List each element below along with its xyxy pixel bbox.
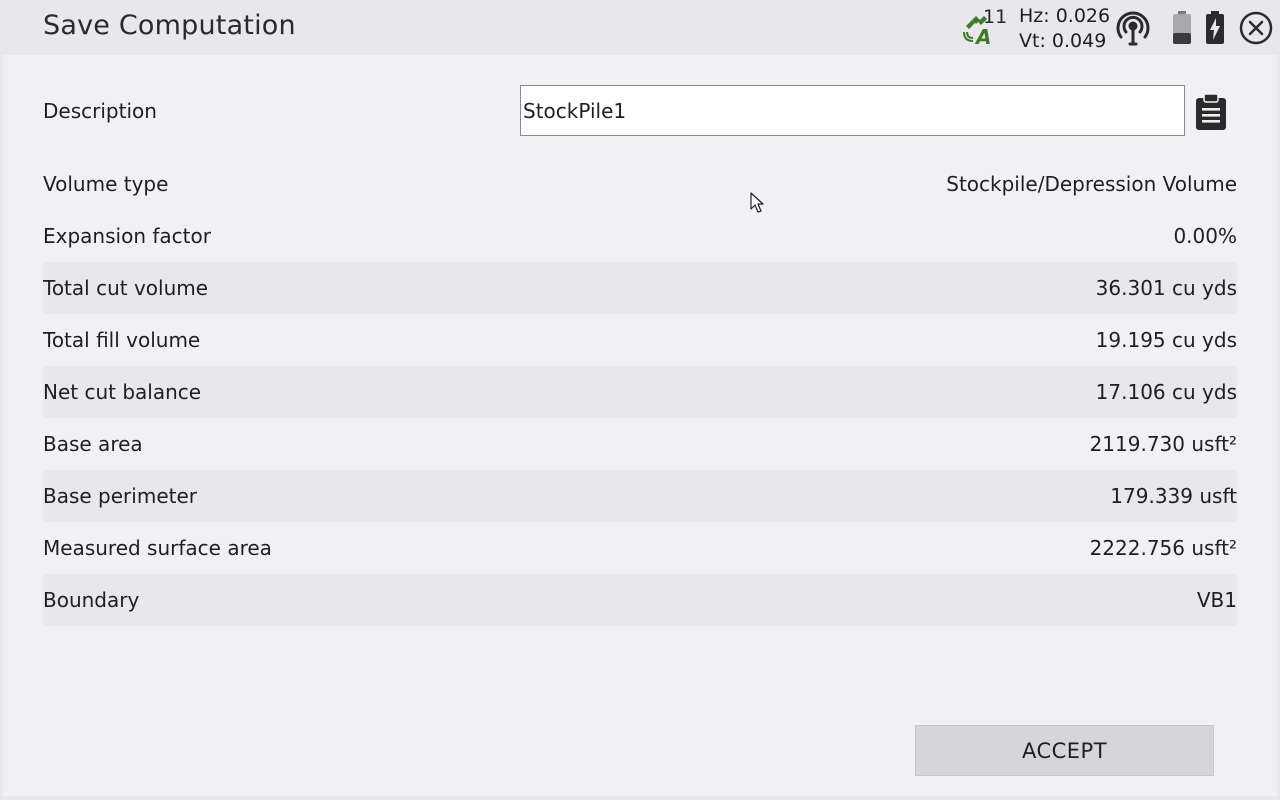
description-label: Description bbox=[43, 99, 157, 123]
list-item: Net cut balance 17.106 cu yds bbox=[43, 366, 1237, 418]
boundary-value: VB1 bbox=[1196, 588, 1237, 612]
base-perimeter-value: 179.339 usft bbox=[1110, 484, 1237, 508]
battery-low-icon[interactable] bbox=[1172, 11, 1192, 45]
base-perimeter-label: Base perimeter bbox=[43, 484, 197, 508]
list-item: Volume type Stockpile/Depression Volume bbox=[43, 158, 1237, 210]
volume-type-value: Stockpile/Depression Volume bbox=[946, 172, 1237, 196]
measured-surface-area-value: 2222.756 usft² bbox=[1089, 536, 1237, 560]
hz-precision: Hz: 0.026 bbox=[1019, 5, 1111, 27]
total-fill-volume-value: 19.195 cu yds bbox=[1095, 328, 1237, 352]
vt-precision: Vt: 0.049 bbox=[1019, 30, 1107, 52]
boundary-label: Boundary bbox=[43, 588, 140, 612]
list-item: Measured surface area 2222.756 usft² bbox=[43, 522, 1237, 574]
list-item: Expansion factor 0.00% bbox=[43, 210, 1237, 262]
list-item: Base area 2119.730 usft² bbox=[43, 418, 1237, 470]
save-computation-window: Save Computation A 11 Hz: 0.026 Vt: 0.04… bbox=[0, 0, 1280, 800]
computation-panel: Description Volume type Stockpile/Depres… bbox=[3, 55, 1277, 796]
measured-surface-area-label: Measured surface area bbox=[43, 536, 272, 560]
list-item: Boundary VB1 bbox=[43, 574, 1237, 626]
close-icon[interactable] bbox=[1238, 10, 1274, 46]
expansion-factor-value: 0.00% bbox=[1173, 224, 1237, 248]
svg-text:A: A bbox=[974, 25, 991, 46]
title-bar: Save Computation A 11 Hz: 0.026 Vt: 0.04… bbox=[0, 0, 1280, 55]
base-area-value: 2119.730 usft² bbox=[1089, 432, 1237, 456]
volume-type-label: Volume type bbox=[43, 172, 169, 196]
satellite-count: 11 bbox=[983, 6, 1008, 28]
results-list: Volume type Stockpile/Depression Volume … bbox=[43, 158, 1237, 626]
list-item: Base perimeter 179.339 usft bbox=[43, 470, 1237, 522]
list-item: Total cut volume 36.301 cu yds bbox=[43, 262, 1237, 314]
description-input[interactable] bbox=[520, 85, 1185, 136]
clipboard-icon[interactable] bbox=[1193, 93, 1229, 131]
precision-readout[interactable]: Hz: 0.026 Vt: 0.049 bbox=[1019, 4, 1110, 54]
base-area-label: Base area bbox=[43, 432, 143, 456]
net-cut-balance-value: 17.106 cu yds bbox=[1095, 380, 1237, 404]
mouse-cursor-icon bbox=[750, 192, 764, 213]
total-cut-volume-value: 36.301 cu yds bbox=[1095, 276, 1237, 300]
radio-signal-icon[interactable] bbox=[1114, 10, 1152, 46]
battery-charging-icon[interactable] bbox=[1205, 11, 1225, 45]
total-fill-volume-label: Total fill volume bbox=[43, 328, 201, 352]
page-title: Save Computation bbox=[43, 10, 296, 41]
total-cut-volume-label: Total cut volume bbox=[43, 276, 209, 300]
list-item: Total fill volume 19.195 cu yds bbox=[43, 314, 1237, 366]
expansion-factor-label: Expansion factor bbox=[43, 224, 211, 248]
accept-button[interactable]: ACCEPT bbox=[915, 725, 1214, 776]
net-cut-balance-label: Net cut balance bbox=[43, 380, 202, 404]
